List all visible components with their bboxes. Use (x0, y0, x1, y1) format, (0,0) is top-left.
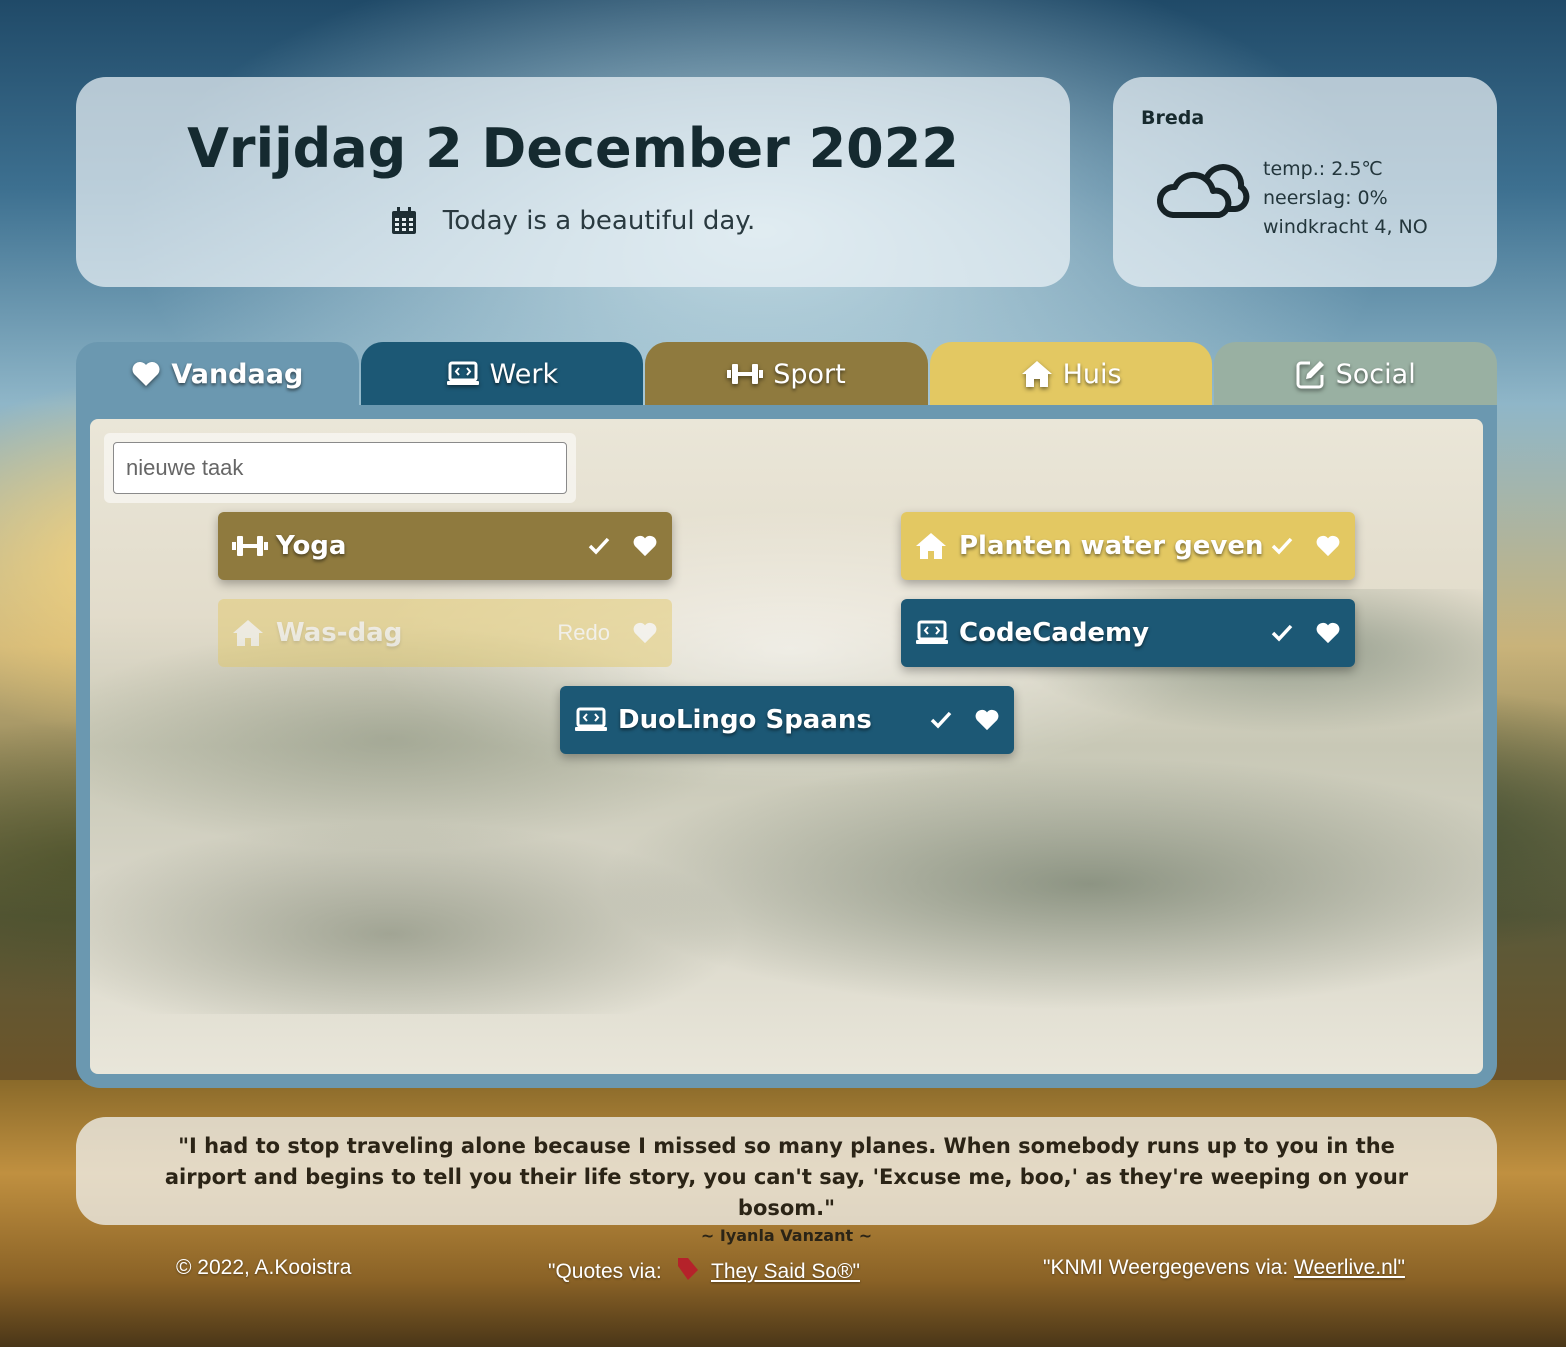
task-card[interactable]: Yoga (218, 512, 672, 580)
quote-text: "I had to stop traveling alone because I… (164, 1134, 1409, 1220)
task-label: Yoga (276, 531, 347, 561)
house-icon (1021, 361, 1052, 387)
weather-temp: temp.: 2.5℃ (1263, 158, 1383, 180)
task-card[interactable]: CodeCademy (901, 599, 1355, 667)
footer-weather-credit: "KNMI Weergegevens via: Weerlive.nl" (1043, 1256, 1405, 1280)
footer-quotes-credit: "Quotes via: They Said So®" (548, 1256, 860, 1284)
tab-label: Social (1335, 358, 1416, 390)
tab-werk[interactable]: Werk (360, 342, 644, 406)
quotes-source-link[interactable]: They Said So®" (711, 1260, 860, 1283)
edit-icon (1296, 361, 1324, 389)
redo-button[interactable]: Redo (557, 620, 610, 646)
heart-icon[interactable] (1315, 622, 1341, 644)
heart-icon[interactable] (1315, 535, 1341, 557)
heart-icon[interactable] (974, 709, 1000, 731)
date-subtitle-row: Today is a beautiful day. (76, 206, 1070, 236)
heart-icon[interactable] (632, 622, 658, 644)
date-card: Vrijdag 2 December 2022 Today is a beaut… (76, 77, 1070, 287)
dumbbell-icon (727, 364, 764, 384)
footer-quotes-prefix: "Quotes via: (548, 1260, 662, 1283)
tab-huis[interactable]: Huis (929, 342, 1213, 406)
new-task-input[interactable] (113, 442, 567, 494)
task-board: Yoga Was-dag Redo Planten water geven (90, 419, 1483, 1074)
date-title: Vrijdag 2 December 2022 (187, 117, 959, 180)
weather-source-link[interactable]: Weerlive.nl" (1294, 1256, 1405, 1279)
tab-social[interactable]: Social (1214, 342, 1497, 406)
weather-wind: windkracht 4, NO (1263, 216, 1428, 238)
footer-weather-prefix: "KNMI Weergegevens via: (1043, 1256, 1289, 1279)
house-icon (915, 532, 951, 560)
weather-details: temp.: 2.5℃ neerslag: 0% windkracht 4, N… (1263, 155, 1428, 242)
house-icon (232, 619, 268, 647)
task-card[interactable]: DuoLingo Spaans (560, 686, 1014, 754)
category-tabs: Vandaag Werk Sport Huis Social (76, 342, 1497, 406)
theysaidso-logo-icon (677, 1258, 698, 1280)
check-icon[interactable] (1271, 537, 1293, 555)
weather-card: Breda temp.: 2.5℃ neerslag: 0% windkrach… (1113, 77, 1497, 287)
weather-precipitation: neerslag: 0% (1263, 187, 1388, 209)
date-subtitle: Today is a beautiful day. (442, 206, 756, 236)
task-label: Planten water geven (959, 531, 1264, 561)
tab-label: Sport (773, 358, 846, 390)
tab-label: Werk (489, 358, 559, 390)
task-label: CodeCademy (959, 618, 1150, 648)
check-icon[interactable] (930, 711, 952, 729)
laptop-code-icon (574, 707, 610, 733)
laptop-code-icon (446, 361, 479, 385)
calendar-icon (391, 207, 416, 234)
tab-vandaag[interactable]: Vandaag (76, 342, 359, 406)
check-icon[interactable] (1271, 624, 1293, 642)
tab-label: Vandaag (171, 358, 304, 390)
check-icon[interactable] (588, 537, 610, 555)
dumbbell-icon (232, 534, 268, 558)
new-task-container (104, 433, 576, 503)
weather-city: Breda (1141, 107, 1205, 129)
footer-copyright: © 2022, A.Kooistra (176, 1256, 352, 1279)
task-label: Was-dag (276, 618, 403, 648)
laptop-code-icon (915, 620, 951, 646)
heart-icon[interactable] (632, 535, 658, 557)
task-card-done[interactable]: Was-dag Redo (218, 599, 672, 667)
cloud-icon (1156, 164, 1250, 218)
tab-label: Huis (1062, 358, 1122, 390)
task-card[interactable]: Planten water geven (901, 512, 1355, 580)
tab-sport[interactable]: Sport (645, 342, 928, 406)
heart-icon (132, 362, 160, 386)
board-background-forest (90, 714, 1483, 1014)
quote-author: ~ Iyanla Vanzant ~ (700, 1226, 873, 1245)
task-label: DuoLingo Spaans (618, 705, 872, 735)
quote-card: "I had to stop traveling alone because I… (76, 1117, 1497, 1245)
task-panel: Yoga Was-dag Redo Planten water geven (76, 405, 1497, 1088)
